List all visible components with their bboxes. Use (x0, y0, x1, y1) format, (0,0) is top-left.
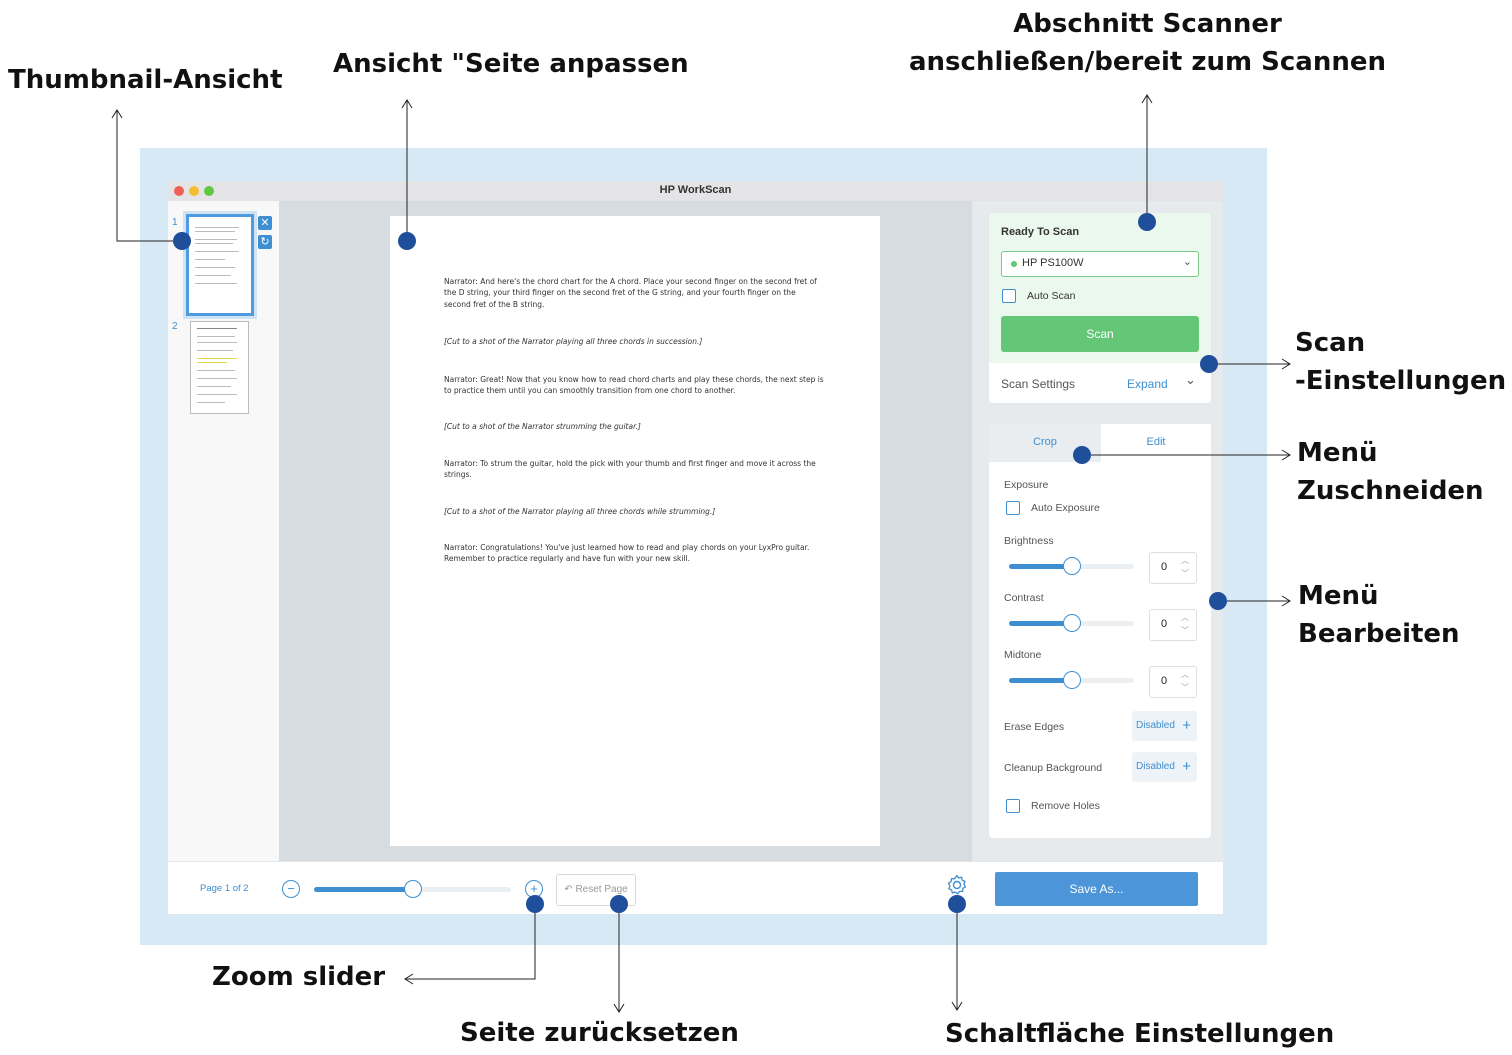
callout-marker (1073, 446, 1091, 464)
callout-leader-lines (111, 94, 1291, 1013)
callout-marker (1209, 592, 1227, 610)
callout-marker (1138, 213, 1156, 231)
leader-thumbnail (116, 110, 182, 242)
leader-zoom (405, 904, 536, 980)
callout-marker (1200, 355, 1218, 373)
callout-marker (610, 895, 628, 913)
callout-marker (526, 895, 544, 913)
callout-marker (948, 895, 966, 913)
callout-marker (398, 232, 416, 250)
callout-marker (173, 232, 191, 250)
